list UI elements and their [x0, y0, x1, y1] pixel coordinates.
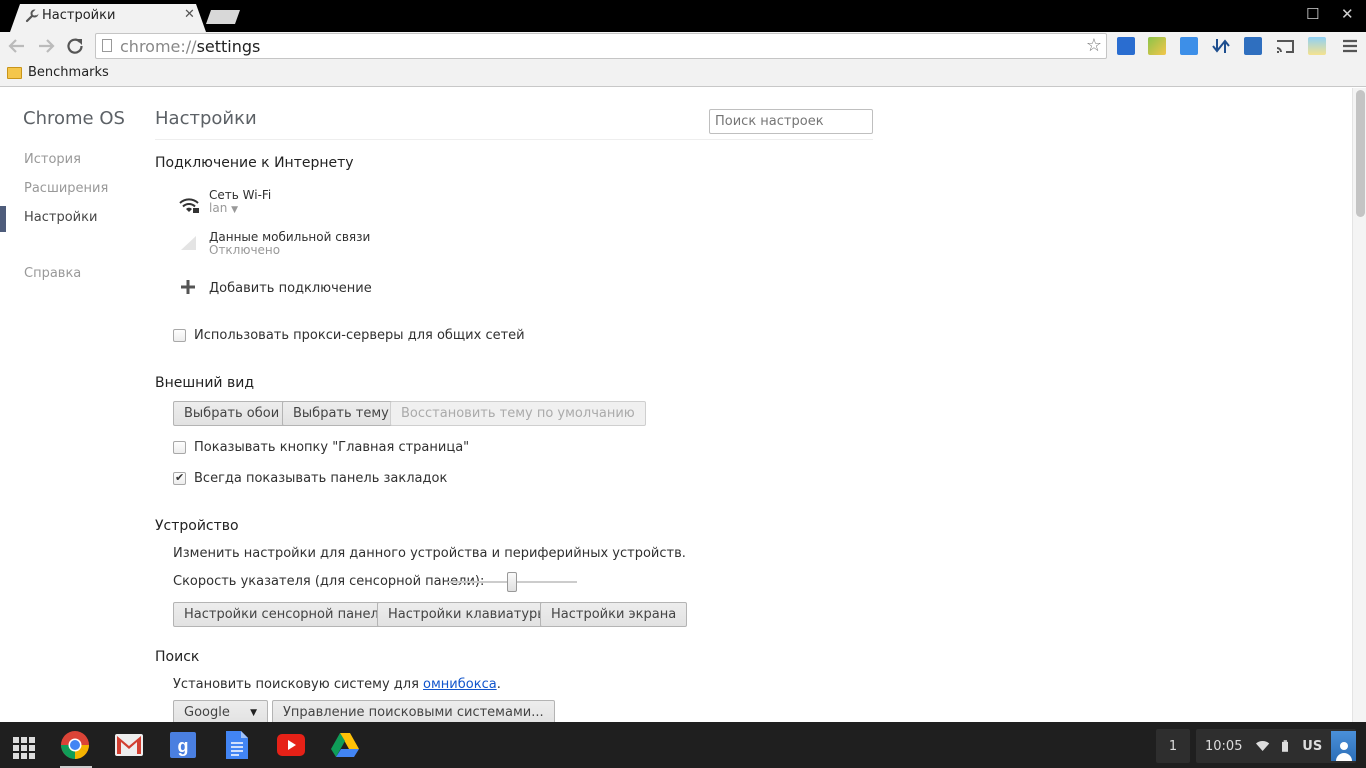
device-heading: Устройство [155, 518, 239, 534]
system-tray[interactable]: 10:05 US [1196, 729, 1356, 763]
scrollbar-thumb[interactable] [1356, 90, 1365, 217]
reload-icon[interactable] [63, 34, 87, 58]
device-description: Изменить настройки для данного устройств… [173, 546, 686, 561]
shelf: g 1 10:05 US [0, 722, 1366, 768]
bookmarks-bar-checkbox[interactable] [173, 471, 186, 485]
download-extension-icon[interactable] [1212, 37, 1230, 55]
page-title: Настройки [155, 108, 257, 129]
tab-title: Настройки [42, 8, 116, 23]
tab-close-icon[interactable]: ✕ [184, 7, 195, 22]
bookmarks-bar: Benchmarks [0, 60, 1366, 87]
omnibox[interactable]: chrome://settings ☆ [95, 33, 1107, 59]
sidebar-item-settings[interactable]: Настройки [24, 210, 97, 225]
translate-extension-icon[interactable] [1117, 37, 1135, 55]
youtube-app-icon[interactable] [276, 730, 306, 760]
docs-app-icon[interactable] [222, 730, 252, 760]
clock: 10:05 [1205, 738, 1243, 754]
appearance-heading: Внешний вид [155, 375, 255, 391]
google-search-app-icon[interactable]: g [168, 730, 198, 760]
wrench-icon [25, 9, 39, 23]
new-tab-button[interactable] [206, 10, 240, 24]
folder-icon [7, 66, 22, 79]
proxy-label: Использовать прокси-серверы для общих се… [194, 328, 525, 343]
dropdown-arrow-icon: ▼ [250, 707, 257, 718]
proxy-checkbox[interactable] [173, 329, 186, 342]
search-heading: Поиск [155, 649, 200, 665]
dropdown-arrow-icon: ▼ [231, 205, 239, 215]
wifi-network-label[interactable]: Сеть Wi-Fi [209, 188, 271, 202]
bookmarks-bar-option: Всегда показывать панель закладок [173, 471, 447, 486]
settings-page: Chrome OS История Расширения Настройки С… [0, 88, 1352, 722]
weather-extension-icon[interactable] [1308, 37, 1326, 55]
cast-icon[interactable] [1276, 37, 1294, 55]
page-icon [102, 39, 112, 52]
wifi-network-select[interactable]: lan ▼ [209, 201, 238, 215]
sidebar-item-extensions[interactable]: Расширения [24, 181, 108, 196]
bookmark-folder-label: Benchmarks [28, 65, 109, 80]
add-connection-button[interactable]: Добавить подключение [209, 281, 372, 296]
chrome-app-icon[interactable] [60, 730, 90, 760]
browser-window: Настройки ✕ ☐ ✕ chrome://settings ☆ Benc… [0, 0, 1366, 722]
home-button-checkbox[interactable] [173, 441, 186, 454]
reset-theme-button[interactable]: Восстановить тему по умолчанию [390, 401, 646, 426]
internet-heading: Подключение к Интернету [155, 155, 354, 171]
omnibox-link[interactable]: омнибокса [423, 677, 497, 692]
url-text: chrome://settings [120, 37, 261, 56]
home-button-label: Показывать кнопку "Главная страница" [194, 440, 470, 455]
battery-icon [1281, 740, 1289, 752]
app-launcher-icon[interactable] [8, 732, 36, 760]
manage-search-engines-button[interactable]: Управление поисковыми системами... [272, 700, 555, 722]
proxy-option: Использовать прокси-серверы для общих се… [173, 328, 525, 343]
pointer-speed-label: Скорость указателя (для сенсорной панели… [173, 574, 485, 589]
search-description: Установить поисковую систему для омнибок… [173, 677, 501, 692]
mobile-data-label[interactable]: Данные мобильной связи [209, 230, 370, 244]
choose-wallpaper-button[interactable]: Выбрать обои [173, 401, 291, 426]
notification-count-badge[interactable]: 1 [1156, 729, 1190, 763]
search-engine-select[interactable]: Google ▼ [173, 700, 268, 722]
maximize-icon[interactable]: ☐ [1306, 5, 1319, 23]
sidebar-selection-indicator [0, 206, 6, 232]
touchpad-settings-button[interactable]: Настройки сенсорной панели [173, 602, 399, 627]
mobile-signal-icon [181, 236, 196, 250]
display-settings-button[interactable]: Настройки экрана [540, 602, 688, 627]
sidebar-brand: Chrome OS [23, 108, 125, 129]
tab-strip: Настройки ✕ ☐ ✕ [0, 0, 1366, 32]
sidebar-item-history[interactable]: История [24, 152, 81, 167]
bookmarks-bar-label: Всегда показывать панель закладок [194, 471, 448, 486]
maps-extension-icon[interactable] [1148, 37, 1166, 55]
close-window-icon[interactable]: ✕ [1341, 5, 1354, 23]
extension-icon[interactable] [1180, 37, 1198, 55]
keyboard-layout-indicator: US [1302, 738, 1323, 754]
plus-icon [181, 280, 195, 294]
drive-app-icon[interactable] [330, 730, 360, 760]
mobile-data-status: Отключено [209, 243, 281, 257]
gmail-app-icon[interactable] [114, 730, 144, 760]
toolbar: chrome://settings ☆ [0, 32, 1366, 60]
sidebar-item-help[interactable]: Справка [24, 266, 81, 281]
menu-icon[interactable] [1338, 34, 1362, 58]
back-icon[interactable] [5, 34, 29, 58]
screenshot-extension-icon[interactable] [1244, 37, 1262, 55]
bookmark-star-icon[interactable]: ☆ [1086, 35, 1102, 56]
keyboard-settings-button[interactable]: Настройки клавиатуры [377, 602, 559, 627]
wifi-status-icon [1256, 740, 1270, 751]
home-button-option: Показывать кнопку "Главная страница" [173, 440, 469, 455]
title-divider [155, 139, 873, 140]
page-scrollbar[interactable] [1352, 88, 1366, 722]
user-avatar [1331, 731, 1356, 761]
bookmark-folder-benchmarks[interactable]: Benchmarks [7, 65, 109, 80]
forward-icon[interactable] [34, 34, 58, 58]
pointer-speed-slider-thumb[interactable] [507, 572, 517, 592]
wifi-icon [179, 198, 199, 213]
svg-text:g: g [178, 736, 189, 756]
choose-theme-button[interactable]: Выбрать тему [282, 401, 400, 426]
settings-search-input[interactable] [709, 109, 873, 134]
